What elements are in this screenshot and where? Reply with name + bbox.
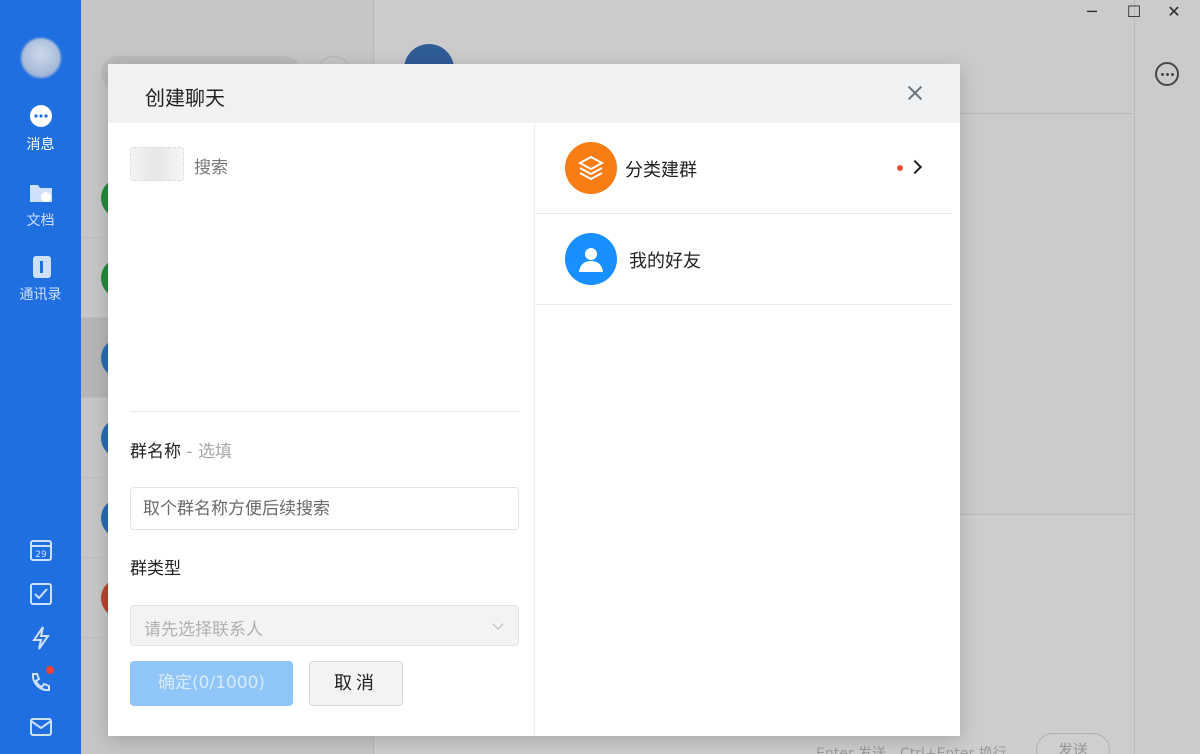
notification-dot: [897, 165, 903, 171]
group-name-label: 群名称 - 选填: [130, 437, 232, 462]
notification-dot: [46, 666, 54, 674]
confirm-button[interactable]: 确定(0/1000): [130, 661, 293, 706]
create-chat-dialog: 创建聊天 搜索 群名称 - 选填 群类型 请先选择联系人 确定(0/1000) …: [108, 64, 960, 736]
layers-icon: [565, 142, 617, 194]
chevron-right-icon: [908, 160, 922, 174]
nav-label: 消息: [27, 137, 55, 153]
cancel-button[interactable]: 取消: [309, 661, 403, 706]
select-placeholder: 请先选择联系人: [144, 615, 263, 640]
nav-item-contacts[interactable]: 通讯录: [0, 254, 81, 304]
search-thumbnail: [130, 147, 184, 181]
divider: [130, 411, 519, 412]
chevron-down-icon: [492, 618, 503, 629]
folder-icon: [28, 180, 54, 206]
nav-label: 文档: [27, 213, 55, 229]
options-pane: 分类建群 我的好友: [536, 123, 960, 736]
search-label: 搜索: [194, 153, 228, 178]
mail-icon[interactable]: [28, 714, 54, 740]
option-my-friends[interactable]: 我的好友: [536, 214, 952, 305]
lightning-icon[interactable]: [28, 625, 54, 651]
option-categorize-group[interactable]: 分类建群: [536, 123, 952, 214]
avatar[interactable]: [21, 38, 61, 78]
dialog-title: 创建聊天: [145, 82, 225, 111]
option-label: 我的好友: [629, 247, 701, 273]
contacts-icon: [28, 254, 54, 280]
option-label: 分类建群: [625, 156, 697, 182]
phone-icon[interactable]: [28, 670, 54, 696]
nav-item-messages[interactable]: 消息: [0, 104, 81, 154]
nav-item-docs[interactable]: 文档: [0, 180, 81, 230]
nav-label: 通讯录: [20, 287, 62, 303]
calendar-icon[interactable]: 29: [28, 537, 54, 563]
selection-pane: 搜索 群名称 - 选填 群类型 请先选择联系人 确定(0/1000) 取消: [108, 123, 535, 736]
dialog-header: 创建聊天: [108, 64, 960, 123]
person-icon: [565, 233, 617, 285]
group-type-select[interactable]: 请先选择联系人: [130, 605, 519, 646]
message-icon: [28, 104, 54, 130]
left-nav: 消息 文档 通讯录 29: [0, 0, 81, 754]
group-name-input[interactable]: [130, 487, 519, 530]
calendar-day: 29: [35, 550, 47, 560]
checkbox-icon[interactable]: [28, 581, 54, 607]
close-icon[interactable]: [902, 80, 928, 106]
group-type-label: 群类型: [130, 554, 181, 579]
